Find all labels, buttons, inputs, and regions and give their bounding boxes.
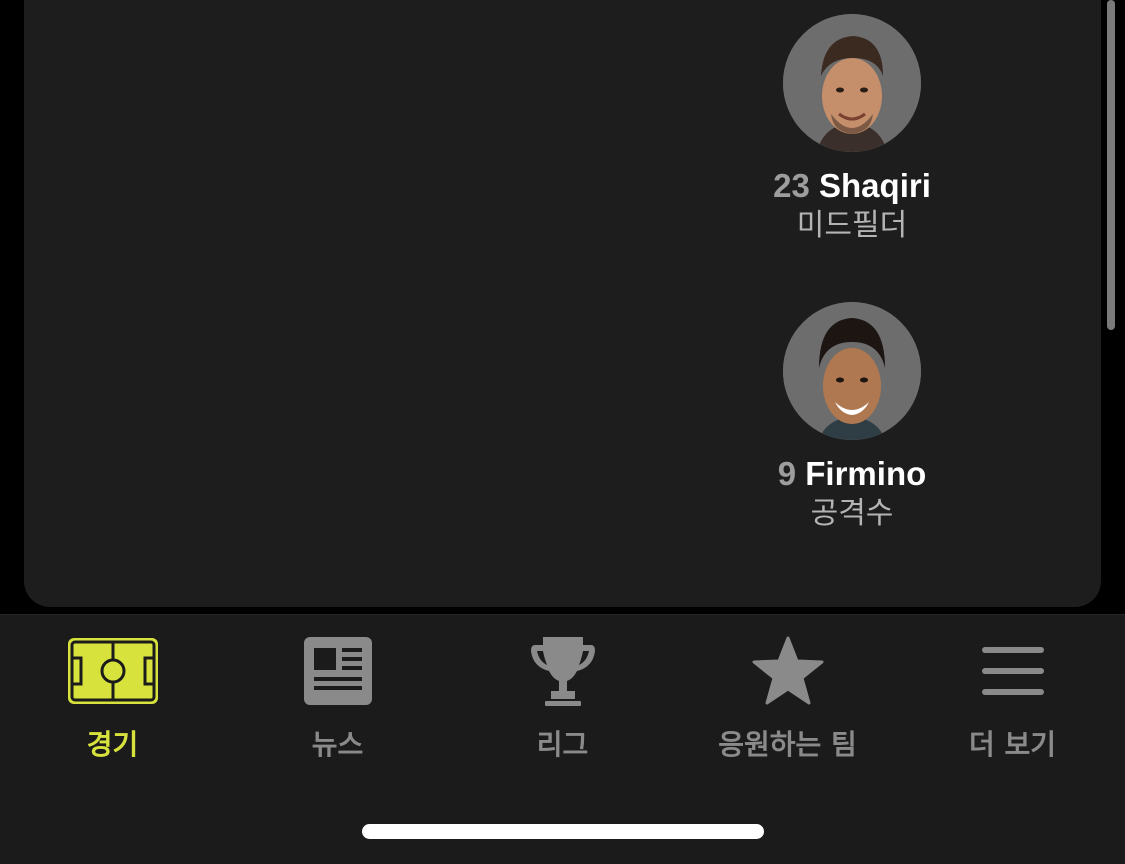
home-indicator[interactable] bbox=[362, 824, 764, 839]
player-name: Shaqiri bbox=[819, 167, 931, 204]
tab-league[interactable]: 리그 bbox=[450, 635, 675, 765]
tab-more[interactable]: 더 보기 bbox=[900, 635, 1125, 765]
app-screen: 23 Shaqiri 미드필더 9 Firmino 공격수 경기 뉴스 리그 응… bbox=[0, 0, 1125, 864]
player-position: 공격수 bbox=[810, 496, 894, 531]
player-card-firmino[interactable]: 9 Firmino 공격수 bbox=[702, 302, 1002, 532]
tab-label: 리그 bbox=[536, 728, 589, 761]
player-number: 23 bbox=[773, 167, 810, 204]
player-name: Firmino bbox=[805, 455, 927, 492]
player-avatar bbox=[783, 302, 921, 440]
menu-icon bbox=[900, 635, 1125, 707]
soccer-field-icon bbox=[0, 635, 225, 707]
tab-matches[interactable]: 경기 bbox=[0, 635, 225, 765]
star-icon bbox=[675, 635, 900, 707]
player-position: 미드필더 bbox=[796, 208, 908, 243]
tab-label: 경기 bbox=[86, 728, 139, 761]
tab-favorite-teams[interactable]: 응원하는 팀 bbox=[675, 635, 900, 765]
tab-label: 더 보기 bbox=[968, 728, 1057, 761]
tab-label: 뉴스 bbox=[311, 728, 364, 761]
tab-news[interactable]: 뉴스 bbox=[225, 635, 450, 765]
player-card-shaqiri[interactable]: 23 Shaqiri 미드필더 bbox=[702, 14, 1002, 244]
scrollbar[interactable] bbox=[1107, 0, 1115, 330]
player-avatar bbox=[783, 14, 921, 152]
player-name-line: 23 Shaqiri bbox=[702, 166, 1002, 206]
tab-label: 응원하는 팀 bbox=[718, 728, 857, 761]
player-number: 9 bbox=[777, 455, 797, 492]
newspaper-icon bbox=[225, 635, 450, 707]
player-name-line: 9 Firmino bbox=[702, 454, 1002, 494]
trophy-icon bbox=[450, 635, 675, 707]
